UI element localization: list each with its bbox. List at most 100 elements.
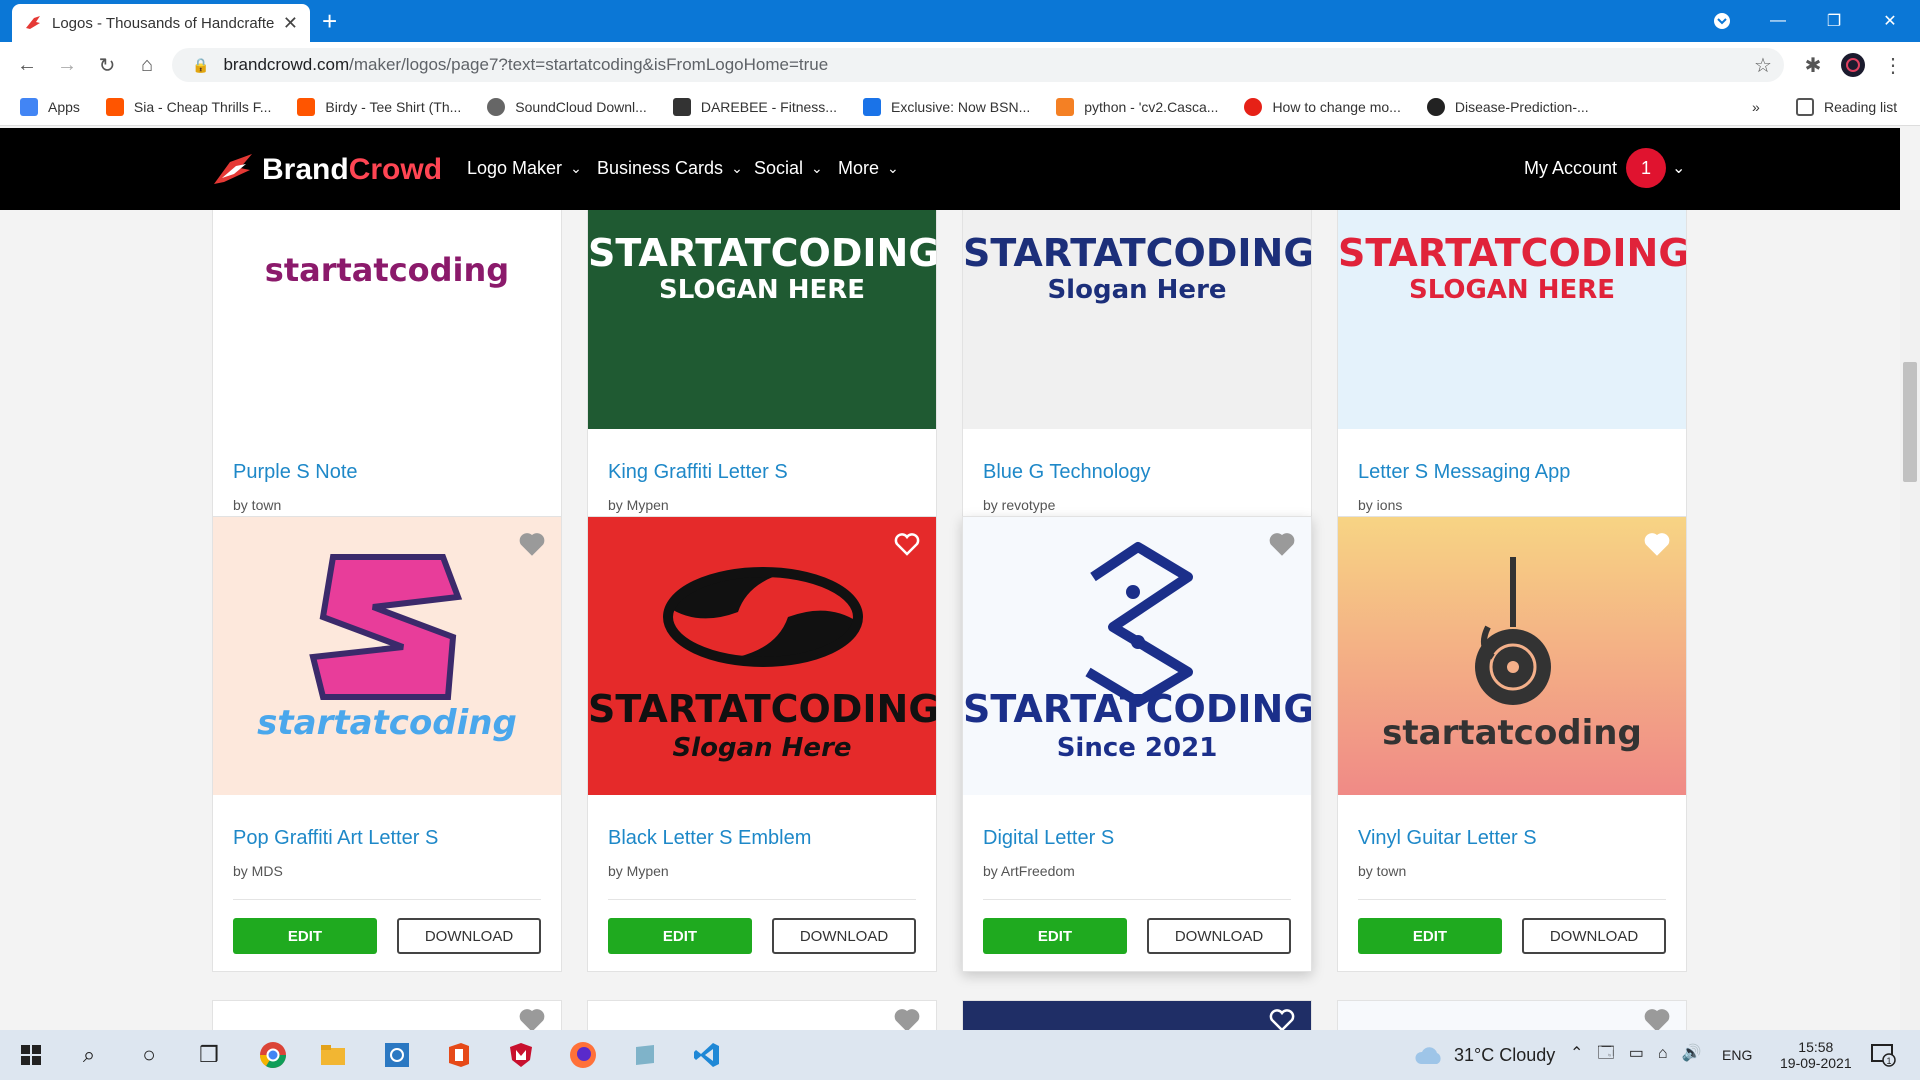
more-bookmarks-button[interactable]: » bbox=[1752, 99, 1760, 115]
logo-card[interactable]: STARTATCODING Slogan Here Black Letter S E… bbox=[587, 516, 937, 972]
my-account-link[interactable]: My Account bbox=[1524, 158, 1617, 179]
edit-button[interactable]: EDIT bbox=[1358, 918, 1502, 954]
favorite-heart-icon[interactable] bbox=[1269, 531, 1295, 557]
mcafee-icon[interactable] bbox=[506, 1040, 536, 1070]
favorite-heart-icon[interactable] bbox=[1644, 1007, 1670, 1030]
menu-logo-maker[interactable]: Logo Maker ⌄ bbox=[467, 158, 582, 179]
favorite-heart-icon[interactable] bbox=[1644, 531, 1670, 557]
download-button[interactable]: DOWNLOAD bbox=[1147, 918, 1291, 954]
logo-preview[interactable]: STARTATCODING Slogan Here bbox=[588, 517, 936, 795]
logo-text: startatcoding bbox=[264, 251, 510, 289]
download-button[interactable]: DOWNLOAD bbox=[397, 918, 541, 954]
menu-social[interactable]: Social ⌄ bbox=[754, 158, 823, 179]
profile-dropdown-icon[interactable] bbox=[1694, 0, 1750, 42]
browser-tab[interactable]: Logos - Thousands of Handcrafte ✕ bbox=[12, 4, 310, 42]
cortana-icon[interactable]: ○ bbox=[134, 1040, 164, 1070]
download-button[interactable]: DOWNLOAD bbox=[772, 918, 916, 954]
brandcrowd-mark-icon bbox=[214, 154, 252, 184]
logo-card[interactable]: startatcoding Vinyl Guitar Letter S by tow… bbox=[1337, 516, 1687, 972]
logo-name-link[interactable]: Black Letter S Emblem bbox=[608, 827, 811, 850]
bookmark-item[interactable]: Exclusive: Now BSN... bbox=[862, 97, 1030, 116]
bookmark-item[interactable]: Sia - Cheap Thrills F... bbox=[105, 97, 271, 116]
scrollbar-thumb[interactable] bbox=[1903, 362, 1917, 482]
action-center-icon[interactable]: 1 bbox=[1870, 1030, 1896, 1080]
avatar[interactable] bbox=[1840, 52, 1866, 78]
bookmark-item[interactable]: python - 'cv2.Casca... bbox=[1056, 97, 1218, 116]
weather-widget[interactable]: 31°C Cloudy bbox=[1414, 1030, 1555, 1080]
logo-name-link[interactable]: Purple S Note bbox=[233, 461, 358, 484]
new-tab-button[interactable]: + bbox=[322, 6, 337, 36]
firefox-icon[interactable] bbox=[568, 1040, 598, 1070]
logo-name-link[interactable]: King Graffiti Letter S bbox=[608, 461, 788, 484]
lock-icon[interactable]: 🔒 bbox=[192, 57, 209, 74]
system-tray-icons[interactable]: ⌃🗔▭⌂🔊 bbox=[1570, 1030, 1715, 1080]
chevron-down-icon: ⌄ bbox=[570, 160, 582, 176]
forward-icon[interactable]: → bbox=[54, 52, 80, 78]
favorite-heart-icon[interactable] bbox=[519, 531, 545, 557]
bookmark-item[interactable]: DAREBEE - Fitness... bbox=[672, 97, 837, 116]
bookmark-item[interactable]: Birdy - Tee Shirt (Th... bbox=[297, 97, 461, 116]
edit-button[interactable]: EDIT bbox=[608, 918, 752, 954]
favorite-heart-icon[interactable] bbox=[894, 531, 920, 557]
logo-preview[interactable]: STARTATCODING Since 2021 bbox=[963, 517, 1311, 795]
logo-preview[interactable]: startatcoding bbox=[213, 210, 561, 429]
logo-card-partial[interactable] bbox=[587, 1000, 937, 1030]
vscode-icon[interactable] bbox=[692, 1040, 722, 1070]
favorite-heart-icon[interactable] bbox=[1269, 1007, 1295, 1030]
menu-more[interactable]: More ⌄ bbox=[838, 158, 899, 179]
restore-icon[interactable]: ❐ bbox=[1806, 0, 1862, 42]
home-icon[interactable]: ⌂ bbox=[134, 52, 160, 78]
logo-preview[interactable]: startatcoding bbox=[1338, 517, 1686, 795]
edit-button[interactable]: EDIT bbox=[233, 918, 377, 954]
download-button[interactable]: DOWNLOAD bbox=[1522, 918, 1666, 954]
clock[interactable]: 15:58 19-09-2021 bbox=[1780, 1030, 1852, 1080]
logo-preview[interactable]: STARTATCODING SLOGAN HERE bbox=[588, 210, 936, 429]
app-icon[interactable] bbox=[382, 1040, 412, 1070]
logo-card-partial[interactable] bbox=[1337, 1000, 1687, 1030]
chrome-icon[interactable] bbox=[258, 1040, 288, 1070]
close-window-icon[interactable]: ✕ bbox=[1862, 0, 1918, 42]
bookmark-item[interactable]: Apps bbox=[20, 97, 80, 116]
browser-menu-icon[interactable]: ⋮ bbox=[1880, 52, 1906, 78]
favorite-heart-icon[interactable] bbox=[894, 1007, 920, 1030]
edit-button[interactable]: EDIT bbox=[983, 918, 1127, 954]
logo-preview[interactable]: STARTATCODING SLOGAN HERE bbox=[1338, 210, 1686, 429]
bookmark-item[interactable]: Disease-Prediction-... bbox=[1426, 97, 1589, 116]
logo-name-link[interactable]: Letter S Messaging App bbox=[1358, 461, 1570, 484]
office-icon[interactable] bbox=[444, 1040, 474, 1070]
brandcrowd-logo[interactable]: Brand Crowd bbox=[212, 152, 442, 188]
account-chevron-down-icon[interactable]: ⌄ bbox=[1672, 158, 1685, 178]
search-icon[interactable]: ⌕ bbox=[74, 1040, 104, 1070]
language-indicator[interactable]: ENG bbox=[1722, 1030, 1752, 1080]
logo-preview[interactable]: startatcoding bbox=[213, 517, 561, 795]
logo-name-link[interactable]: Vinyl Guitar Letter S bbox=[1358, 827, 1537, 850]
logo-card[interactable]: STARTATCODING Since 2021 Digital Letter S b… bbox=[962, 516, 1312, 972]
bookmark-item[interactable]: SoundCloud Downl... bbox=[487, 97, 647, 116]
reload-icon[interactable]: ↻ bbox=[94, 52, 120, 78]
file-explorer-icon[interactable] bbox=[318, 1040, 348, 1070]
logo-preview[interactable]: STARTATCODING Slogan Here bbox=[963, 210, 1311, 429]
task-view-icon[interactable]: ❒ bbox=[194, 1040, 224, 1070]
logo-name-link[interactable]: Blue G Technology bbox=[983, 461, 1151, 484]
bookmark-item[interactable]: How to change mo... bbox=[1244, 97, 1401, 116]
address-bar[interactable]: 🔒 brandcrowd.com/maker/logos/page7?text=… bbox=[172, 48, 1784, 82]
logo-card-partial[interactable] bbox=[212, 1000, 562, 1030]
logo-name-link[interactable]: Pop Graffiti Art Letter S bbox=[233, 827, 438, 850]
logo-artwork bbox=[1475, 557, 1551, 705]
close-tab-icon[interactable]: ✕ bbox=[283, 13, 298, 34]
logo-card-partial[interactable] bbox=[962, 1000, 1312, 1030]
logo-card[interactable]: startatcoding Pop Graffiti Art Letter S by… bbox=[212, 516, 562, 972]
notification-badge[interactable]: 1 bbox=[1626, 148, 1666, 188]
favorite-heart-icon[interactable] bbox=[519, 1007, 545, 1030]
bookmark-star-icon[interactable]: ☆ bbox=[1750, 52, 1776, 78]
bookmark-label: SoundCloud Downl... bbox=[515, 98, 647, 115]
menu-business-cards[interactable]: Business Cards ⌄ bbox=[597, 158, 743, 179]
windows-start-icon[interactable] bbox=[16, 1040, 46, 1070]
logo-name-link[interactable]: Digital Letter S bbox=[983, 827, 1114, 850]
extensions-icon[interactable]: ✱ bbox=[1800, 52, 1826, 78]
back-icon[interactable]: ← bbox=[14, 52, 40, 78]
minimize-icon[interactable]: — bbox=[1750, 0, 1806, 42]
reading-list-button[interactable]: Reading list bbox=[1796, 97, 1897, 116]
page-scrollbar[interactable] bbox=[1900, 210, 1920, 1030]
notes-app-icon[interactable] bbox=[630, 1040, 660, 1070]
